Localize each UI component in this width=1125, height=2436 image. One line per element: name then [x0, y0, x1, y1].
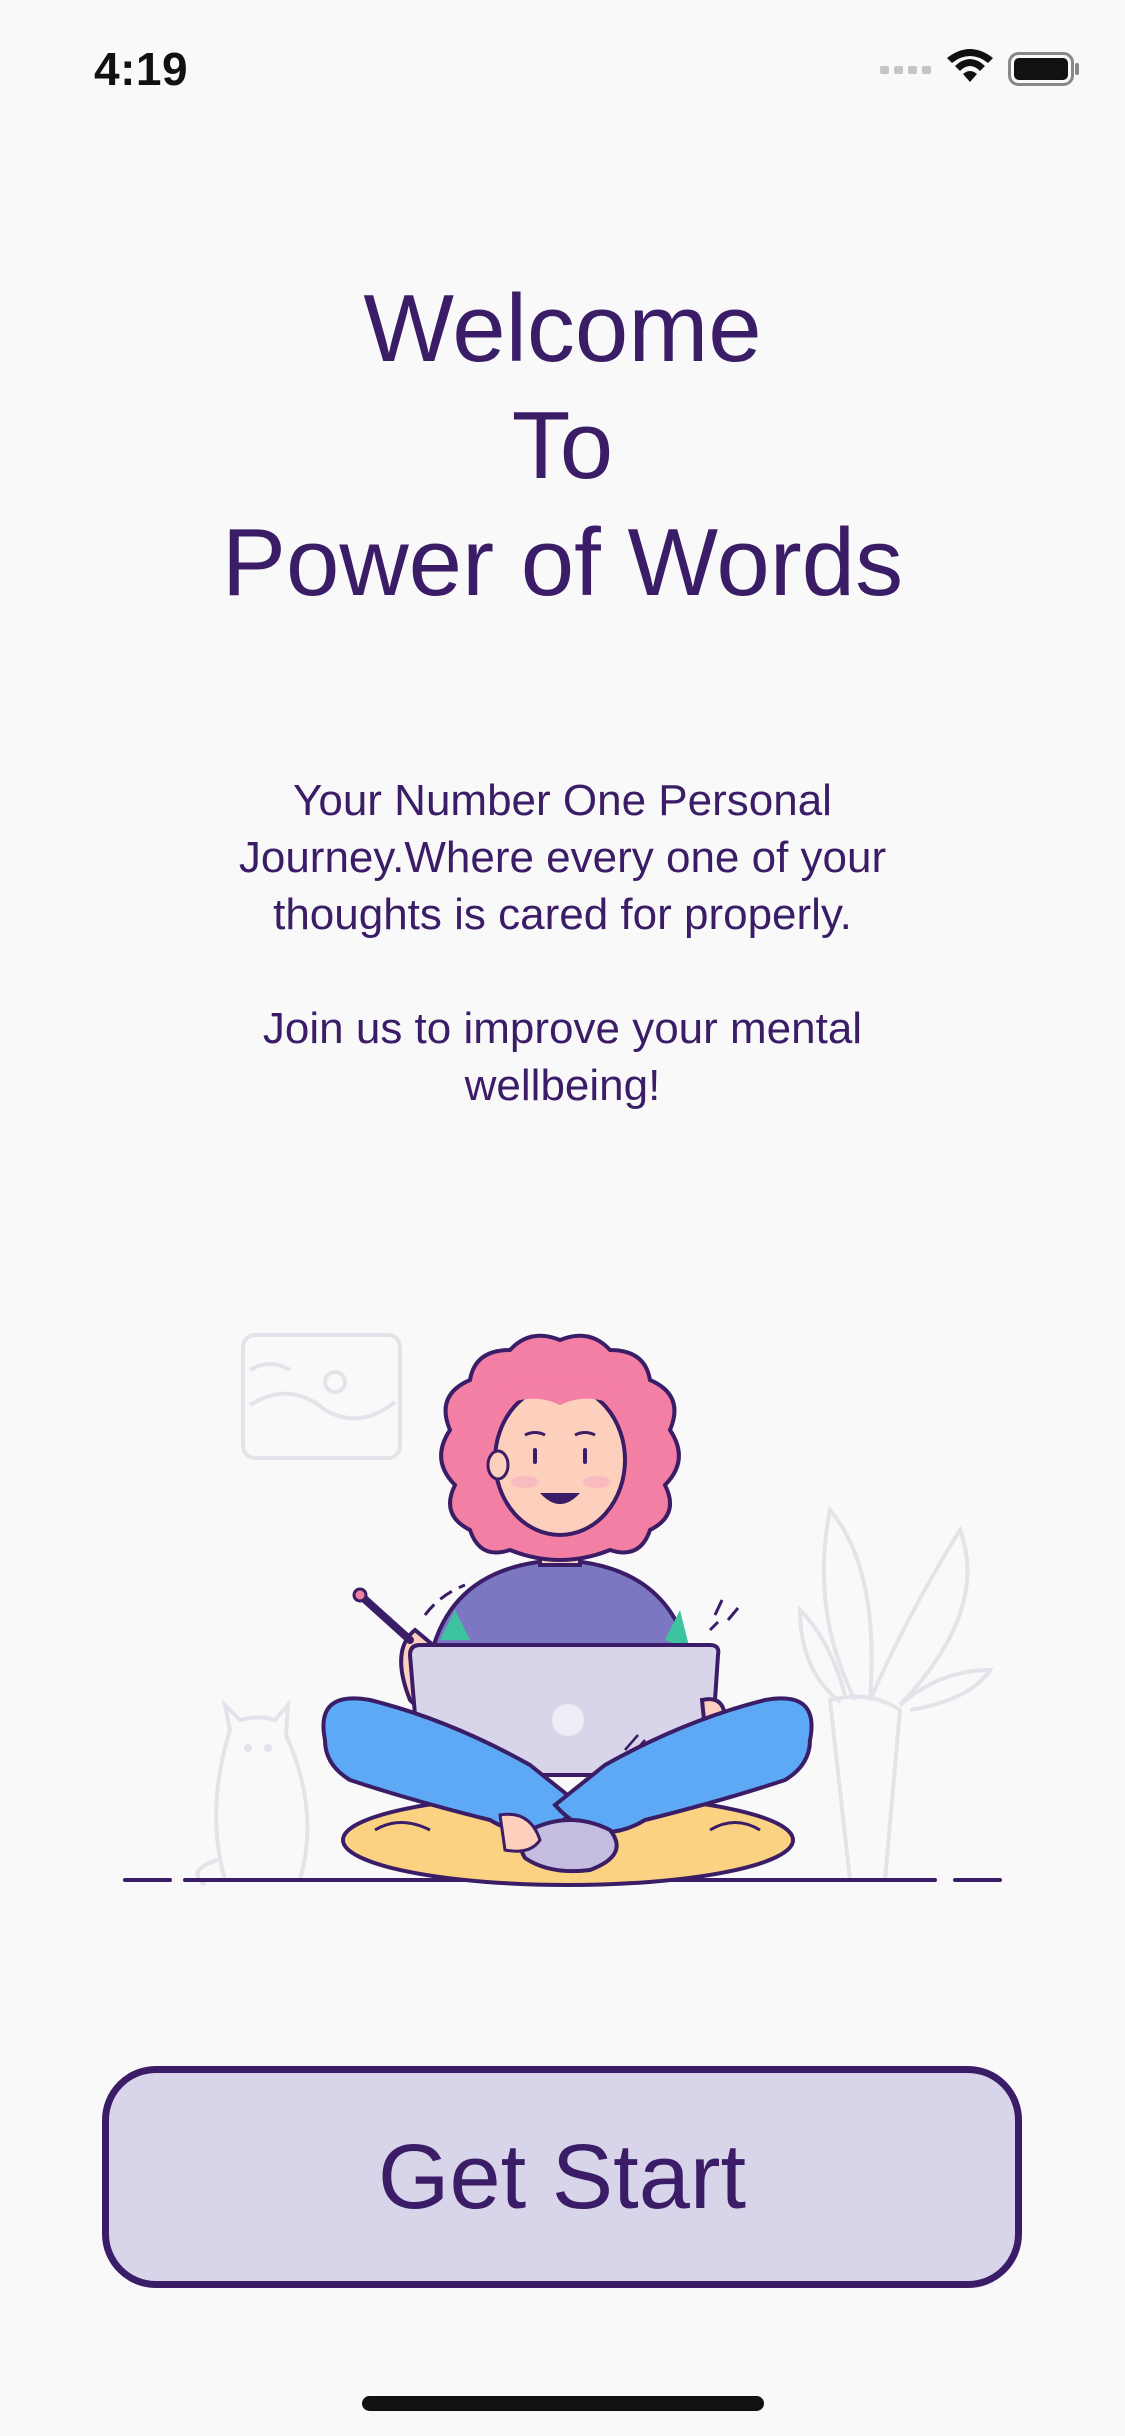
picture-frame-icon	[241, 1333, 402, 1460]
title-line-3: Power of Words	[221, 509, 904, 616]
title-line-2: To	[511, 392, 614, 499]
home-indicator[interactable]	[362, 2396, 764, 2411]
description-cta: Join us to improve your mental wellbeing…	[262, 1004, 863, 1110]
welcome-description: Your Number One Personal Journey.Where e…	[190, 772, 935, 1114]
description-intro: Your Number One Personal Journey.Where e…	[238, 776, 887, 939]
battery-icon	[1008, 52, 1079, 86]
status-bar: 4:19	[0, 0, 1125, 140]
welcome-title: Welcome To Power of Words	[0, 270, 1125, 621]
plant-icon	[797, 1505, 994, 1882]
person-with-laptop-illustration	[123, 1333, 1002, 1887]
wifi-icon	[947, 49, 993, 82]
get-start-button[interactable]: Get Start	[102, 2066, 1022, 2288]
cellular-signal-icon	[880, 66, 931, 74]
title-line-1: Welcome	[363, 275, 762, 382]
status-time: 4:19	[94, 43, 189, 95]
cat-icon	[195, 1698, 310, 1887]
